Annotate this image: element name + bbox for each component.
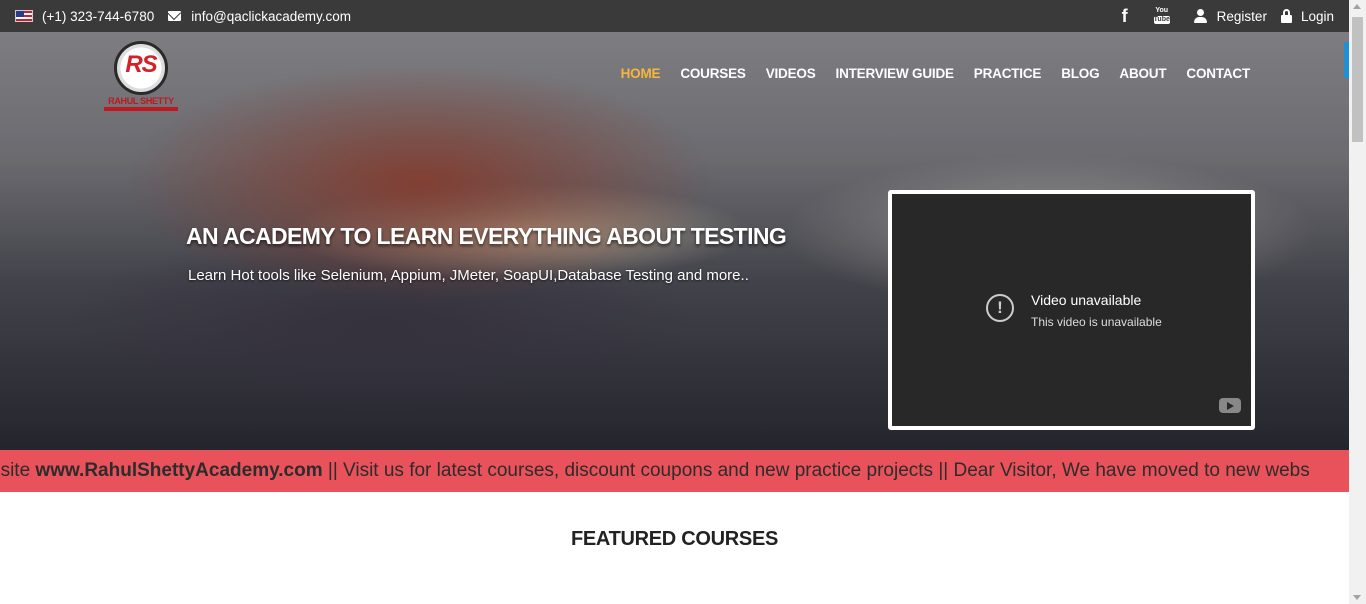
marquee-link[interactable]: www.RahulShettyAcademy.com	[35, 460, 322, 481]
alert-icon: !	[986, 294, 1014, 322]
nav-blog[interactable]: BLOG	[1061, 66, 1099, 81]
marquee-prefix: bsite	[0, 460, 31, 481]
nav-about[interactable]: ABOUT	[1119, 66, 1166, 81]
hero-title: AN ACADEMY TO LEARN EVERYTHING ABOUT TES…	[186, 223, 787, 249]
nav-videos[interactable]: VIDEOS	[766, 66, 816, 81]
nav-practice[interactable]: PRACTICE	[974, 66, 1042, 81]
envelope-icon	[168, 11, 182, 21]
top-bar: (+1) 323-744-6780 info@qaclickacademy.co…	[0, 0, 1349, 32]
us-flag-icon	[15, 10, 33, 22]
video-unavailable-title: Video unavailable	[1031, 292, 1142, 308]
video-unavailable-message: This video is unavailable	[1031, 315, 1162, 329]
nav-courses[interactable]: COURSES	[680, 66, 746, 81]
email-address: info@qaclickacademy.com	[191, 8, 351, 24]
logo-name: RAHUL SHETTY	[108, 96, 174, 106]
scroll-up-arrow-icon[interactable]	[1353, 4, 1361, 9]
main-nav: HOME COURSES VIDEOS INTERVIEW GUIDE PRAC…	[621, 66, 1251, 81]
page: (+1) 323-744-6780 info@qaclickacademy.co…	[0, 0, 1366, 604]
nav-interview-guide[interactable]: INTERVIEW GUIDE	[836, 66, 954, 81]
user-icon	[1193, 9, 1207, 23]
scrollbar-thumb[interactable]	[1352, 17, 1363, 142]
youtube-logo-icon[interactable]	[1219, 398, 1241, 413]
youtube-icon[interactable]: You Tube	[1153, 7, 1170, 25]
scroll-down-arrow-icon[interactable]	[1353, 595, 1361, 600]
hero-subtitle: Learn Hot tools like Selenium, Appium, J…	[188, 267, 749, 284]
phone-item: (+1) 323-744-6780	[15, 9, 154, 24]
lock-icon	[1280, 9, 1292, 23]
video-embed[interactable]: ! Video unavailable This video is unavai…	[888, 190, 1255, 430]
marquee-rest: || Visit us for latest courses, discount…	[322, 460, 1310, 481]
nav-home[interactable]: HOME	[621, 66, 661, 81]
featured-courses-heading: FEATURED COURSES	[570, 528, 779, 550]
register-link[interactable]: Register	[1217, 9, 1267, 24]
phone-number: (+1) 323-744-6780	[42, 8, 155, 24]
email-item: info@qaclickacademy.com	[168, 9, 351, 24]
nav-contact[interactable]: CONTACT	[1186, 66, 1250, 81]
hero-banner: RS RAHUL SHETTY HOME COURSES VIDEOS INTE…	[0, 32, 1349, 450]
logo-underline	[104, 107, 178, 111]
account-links: f You Tube Register Login	[1122, 0, 1334, 32]
announcement-marquee: bsite www.RahulShettyAcademy.com || Visi…	[0, 450, 1349, 492]
youtube-icon-tube: Tube	[1153, 16, 1170, 24]
marquee-text: bsite www.RahulShettyAcademy.com || Visi…	[0, 460, 1310, 482]
facebook-icon[interactable]: f	[1122, 6, 1128, 27]
login-link[interactable]: Login	[1301, 9, 1334, 24]
logo-monogram: RS	[125, 51, 157, 78]
site-logo[interactable]: RS RAHUL SHETTY	[104, 41, 178, 113]
contact-info: (+1) 323-744-6780 info@qaclickacademy.co…	[15, 0, 365, 32]
youtube-icon-you: You	[1155, 7, 1169, 14]
page-scrollbar[interactable]	[1349, 0, 1366, 604]
